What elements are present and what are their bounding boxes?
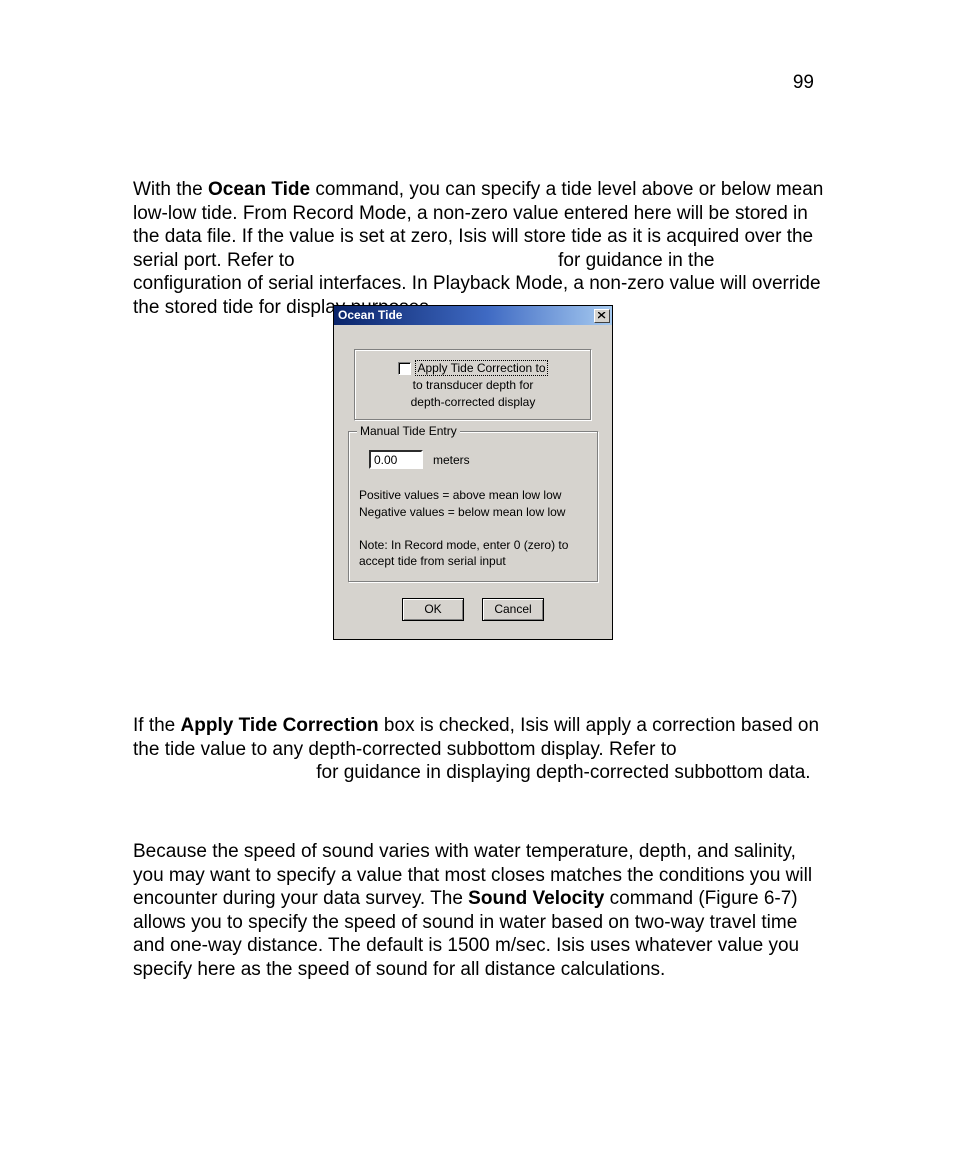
apply-tide-sub1: to transducer depth for bbox=[363, 378, 583, 393]
paragraph-ocean-tide: With the Ocean Tide command, you can spe… bbox=[133, 178, 828, 319]
value-explain: Positive values = above mean low low Neg… bbox=[359, 487, 587, 521]
manual-tide-legend: Manual Tide Entry bbox=[357, 424, 460, 438]
p2-bold-apply: Apply Tide Correction bbox=[181, 715, 379, 736]
ok-button[interactable]: OK bbox=[402, 598, 464, 621]
p2-text-c: for guidance in displaying depth-correct… bbox=[311, 762, 811, 783]
apply-tide-checkbox[interactable] bbox=[398, 362, 411, 375]
dialog-buttons: OK Cancel bbox=[344, 598, 602, 621]
close-button[interactable] bbox=[594, 309, 610, 323]
apply-tide-label: Apply Tide Correction to bbox=[415, 360, 547, 376]
apply-tide-sub2: depth-corrected display bbox=[363, 395, 583, 410]
close-icon bbox=[598, 312, 606, 319]
record-mode-note: Note: In Record mode, enter 0 (zero) to … bbox=[359, 537, 587, 569]
p1-text-a: With the bbox=[133, 179, 208, 200]
tide-unit-label: meters bbox=[433, 453, 470, 467]
tide-value-input[interactable] bbox=[369, 450, 423, 469]
paragraph-sound-velocity: Because the speed of sound varies with w… bbox=[133, 840, 828, 981]
apply-correction-box: Apply Tide Correction to to transducer d… bbox=[354, 349, 592, 421]
explain-positive: Positive values = above mean low low bbox=[359, 487, 587, 504]
explain-negative: Negative values = below mean low low bbox=[359, 504, 587, 521]
p2-text-a: If the bbox=[133, 715, 181, 736]
dialog-titlebar[interactable]: Ocean Tide bbox=[334, 306, 612, 325]
page-number: 99 bbox=[793, 72, 814, 94]
manual-tide-group: Manual Tide Entry meters Positive values… bbox=[348, 431, 598, 582]
ocean-tide-dialog: Ocean Tide Apply Tide Correction to to t… bbox=[333, 305, 613, 640]
cancel-button[interactable]: Cancel bbox=[482, 598, 544, 621]
p1-bold-ocean-tide: Ocean Tide bbox=[208, 179, 310, 200]
paragraph-apply-tide: If the Apply Tide Correction box is chec… bbox=[133, 714, 828, 785]
p3-bold-sound: Sound Velocity bbox=[468, 888, 604, 909]
dialog-title: Ocean Tide bbox=[338, 306, 402, 325]
